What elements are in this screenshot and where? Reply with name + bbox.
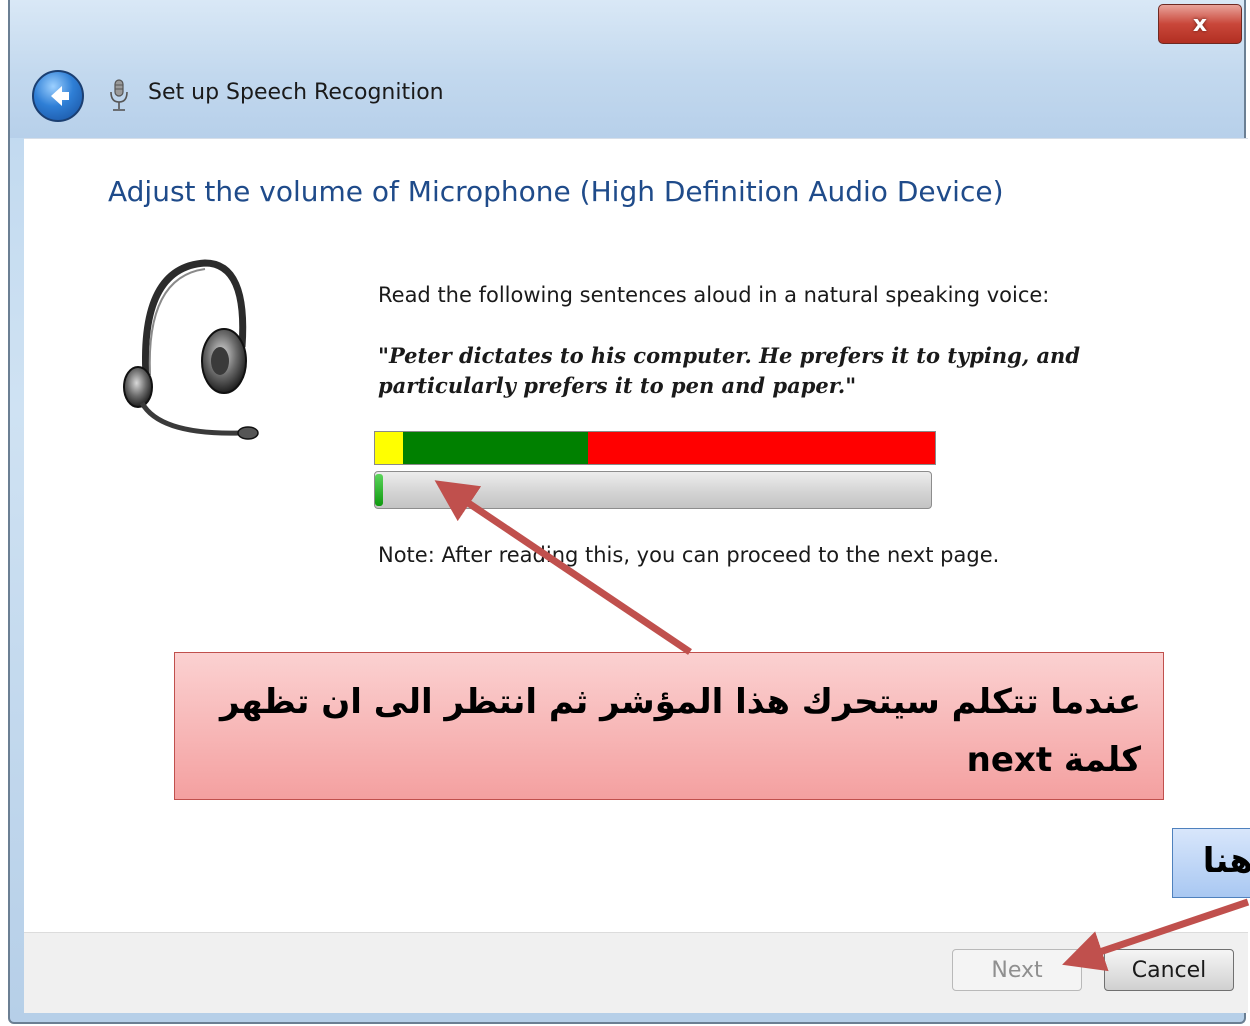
window-title: Set up Speech Recognition — [148, 80, 444, 105]
back-arrow-icon — [51, 86, 69, 106]
cancel-button-label: Cancel — [1131, 957, 1207, 983]
close-button[interactable]: x — [1158, 4, 1242, 44]
instruction-text: Read the following sentences aloud in a … — [378, 283, 1050, 307]
note-text: Note: After reading this, you can procee… — [378, 543, 1000, 567]
annotation-callout-small: هنا — [1172, 828, 1250, 898]
annotation-line-1: عندما تتكلم سيتحرك هذا المؤشر ثم انتظر ا… — [219, 682, 1141, 722]
level-scale — [374, 431, 936, 465]
headset-icon — [123, 259, 259, 440]
cancel-button[interactable]: Cancel — [1104, 949, 1234, 991]
close-icon: x — [1192, 11, 1208, 37]
title-bar — [10, 0, 1244, 138]
dialog-window: x Set up Speech Recognition Adjust the v… — [8, 0, 1248, 1024]
level-scale-low — [375, 432, 403, 464]
volume-meter-fill — [375, 474, 384, 506]
volume-meter — [374, 471, 932, 509]
annotation-line-2: كلمة next — [966, 740, 1141, 780]
microphone-icon — [110, 79, 128, 111]
level-scale-high — [587, 432, 935, 464]
back-button[interactable] — [32, 70, 84, 122]
annotation-small-text: هنا — [1202, 841, 1250, 881]
content-area: Adjust the volume of Microphone (High De… — [24, 138, 1248, 933]
annotation-callout: عندما تتكلم سيتحرك هذا المؤشر ثم انتظر ا… — [174, 652, 1164, 800]
next-button[interactable]: Next — [952, 949, 1082, 991]
sample-sentence: "Peter dictates to his computer. He pref… — [378, 343, 1081, 398]
page-heading: Adjust the volume of Microphone (High De… — [108, 175, 1004, 208]
level-scale-good — [403, 432, 588, 464]
next-button-label: Next — [991, 957, 1043, 983]
button-bar: Next Cancel — [24, 932, 1248, 1013]
